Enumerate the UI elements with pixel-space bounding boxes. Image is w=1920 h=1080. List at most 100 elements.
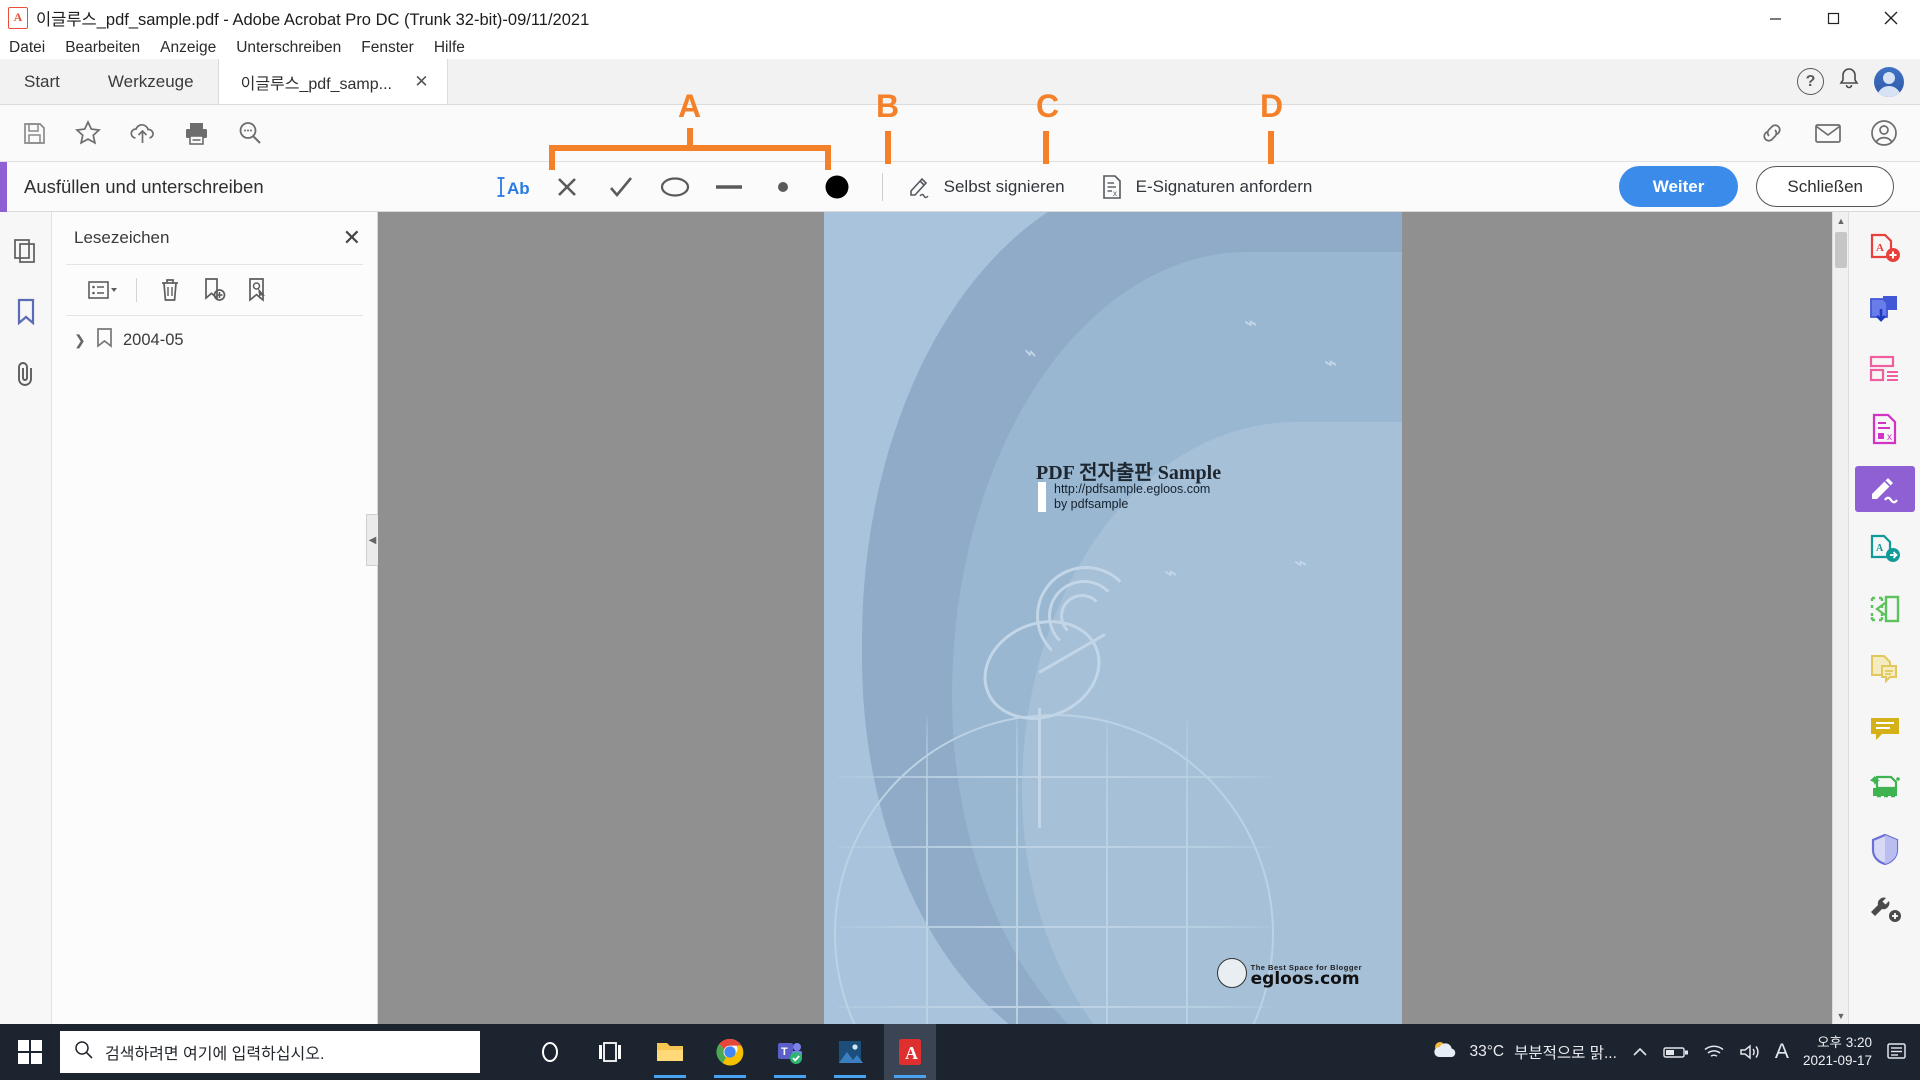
menu-item-unterschreiben[interactable]: Unterschreiben [236, 39, 341, 57]
next-button[interactable]: Weiter [1619, 166, 1739, 207]
avatar[interactable] [1874, 67, 1904, 97]
mail-icon[interactable] [1814, 119, 1842, 147]
organize-pages-icon[interactable] [1855, 346, 1915, 392]
weather-widget[interactable]: 33°C 부분적으로 맑... [1431, 1039, 1616, 1066]
adobe-acrobat-icon[interactable]: A [884, 1024, 936, 1080]
print-icon[interactable] [182, 119, 210, 147]
tab-document[interactable]: 이글루스_pdf_samp... ✕ [218, 59, 448, 104]
clock-date: 2021-09-17 [1803, 1052, 1872, 1070]
close-fill-sign-button[interactable]: Schließen [1756, 166, 1894, 207]
fill-sign-tools-group: Ab [486, 165, 864, 209]
enhance-scans-icon[interactable] [1855, 766, 1915, 812]
request-signatures-label: E-Signaturen anfordern [1136, 177, 1313, 197]
egloos-logo: The Best Space for Blogger egloos.com [1217, 958, 1362, 988]
ime-indicator[interactable]: A [1775, 1040, 1789, 1064]
battery-icon[interactable] [1663, 1045, 1689, 1059]
tab-werkzeuge[interactable]: Werkzeuge [84, 59, 218, 104]
menu-item-bearbeiten[interactable]: Bearbeiten [65, 39, 140, 57]
request-signatures-button[interactable]: x E-Signaturen anfordern [1093, 174, 1319, 200]
save-icon[interactable] [20, 119, 48, 147]
notifications-bell-icon[interactable] [1838, 67, 1860, 97]
scroll-up-icon[interactable]: ▲ [1833, 212, 1849, 229]
maximize-button[interactable] [1804, 0, 1862, 36]
chevron-up-icon[interactable] [1631, 1045, 1649, 1059]
divider [136, 278, 137, 302]
send-for-comments-icon[interactable]: A [1855, 526, 1915, 572]
redact-icon[interactable] [1855, 586, 1915, 632]
comment-icon[interactable] [1855, 706, 1915, 752]
bird-decoration: ⌁ [1244, 312, 1257, 334]
menu-item-anzeige[interactable]: Anzeige [160, 39, 216, 57]
checkmark-tool[interactable] [594, 165, 648, 209]
protect-icon[interactable] [1855, 826, 1915, 872]
prepare-form-icon[interactable]: x [1855, 406, 1915, 452]
color-swatch[interactable] [810, 165, 864, 209]
upload-cloud-icon[interactable] [128, 119, 156, 147]
star-icon[interactable] [74, 119, 102, 147]
bookmark-list-item[interactable]: ❯ 2004-05 [52, 316, 377, 365]
close-button[interactable] [1862, 0, 1920, 36]
bookmark-label: 2004-05 [123, 331, 184, 350]
action-center-icon[interactable] [1886, 1041, 1910, 1063]
minimize-button[interactable] [1746, 0, 1804, 36]
help-icon[interactable]: ? [1797, 68, 1824, 95]
file-explorer-icon[interactable] [644, 1024, 696, 1080]
more-tools-icon[interactable] [1855, 886, 1915, 932]
menu-bar: Datei Bearbeiten Anzeige Unterschreiben … [0, 36, 1920, 59]
search-placeholder: 검색하려면 여기에 입력하십시오. [105, 1040, 324, 1064]
photos-icon[interactable] [824, 1024, 876, 1080]
account-icon[interactable] [1870, 119, 1898, 147]
self-sign-button[interactable]: Selbst signieren [901, 174, 1071, 200]
search-icon [74, 1040, 93, 1064]
task-view-icon[interactable] [584, 1024, 636, 1080]
menu-item-datei[interactable]: Datei [9, 39, 45, 57]
edit-bookmark-icon[interactable] [243, 275, 273, 305]
search-icon[interactable] [236, 119, 264, 147]
scroll-down-icon[interactable]: ▼ [1833, 1007, 1849, 1024]
close-icon[interactable]: ✕ [414, 73, 428, 90]
attachments-icon[interactable] [6, 354, 46, 394]
cortana-icon[interactable] [524, 1024, 576, 1080]
fill-sign-title: Ausfüllen und unterschreiben [24, 176, 264, 198]
link-icon[interactable] [1758, 119, 1786, 147]
tools-rail: A x A [1848, 212, 1920, 1024]
start-button[interactable] [0, 1024, 60, 1080]
weather-icon [1431, 1039, 1459, 1066]
close-icon[interactable]: ✕ [343, 227, 361, 249]
line-tool[interactable] [702, 165, 756, 209]
new-bookmark-icon[interactable] [199, 275, 229, 305]
bookmarks-icon[interactable] [6, 292, 46, 332]
svg-text:x: x [1113, 189, 1117, 198]
svg-text:Ab: Ab [507, 179, 530, 198]
search-input[interactable]: 검색하려면 여기에 입력하십시오. [60, 1031, 480, 1073]
wifi-icon[interactable] [1703, 1044, 1725, 1060]
volume-icon[interactable] [1739, 1044, 1761, 1060]
bookmarks-toolbar [66, 264, 363, 316]
fill-sign-accent-bar [0, 162, 7, 212]
chrome-icon[interactable] [704, 1024, 756, 1080]
cross-tool[interactable] [540, 165, 594, 209]
chevron-right-icon[interactable]: ❯ [74, 332, 86, 349]
acrobat-window: 이글루스_pdf_sample.pdf - Adobe Acrobat Pro … [0, 0, 1920, 1080]
circle-tool[interactable] [648, 165, 702, 209]
document-viewport[interactable]: ⌁ ⌁ ⌁ ⌁ ⌁ PDF [378, 212, 1848, 1024]
vertical-scrollbar[interactable]: ▲ ▼ [1832, 212, 1848, 1024]
tab-strip: Start Werkzeuge 이글루스_pdf_samp... ✕ ? [0, 59, 1920, 105]
delete-bookmark-icon[interactable] [155, 275, 185, 305]
menu-item-fenster[interactable]: Fenster [361, 39, 414, 57]
microsoft-teams-icon[interactable]: T [764, 1024, 816, 1080]
scrollbar-thumb[interactable] [1835, 232, 1847, 268]
menu-item-hilfe[interactable]: Hilfe [434, 39, 465, 57]
clock[interactable]: 오후 3:20 2021-09-17 [1803, 1034, 1872, 1070]
options-menu-icon[interactable] [88, 275, 118, 305]
svg-text:A: A [1876, 543, 1884, 554]
page-thumbnails-icon[interactable] [6, 230, 46, 270]
fill-and-sign-icon[interactable] [1855, 466, 1915, 512]
create-pdf-icon[interactable]: A [1855, 226, 1915, 272]
export-pdf-icon[interactable] [1855, 286, 1915, 332]
dot-tool[interactable] [756, 165, 810, 209]
pdf-page[interactable]: ⌁ ⌁ ⌁ ⌁ ⌁ PDF [824, 212, 1402, 1024]
compare-files-icon[interactable] [1855, 646, 1915, 692]
tab-start[interactable]: Start [0, 59, 84, 104]
add-text-tool[interactable]: Ab [486, 165, 540, 209]
